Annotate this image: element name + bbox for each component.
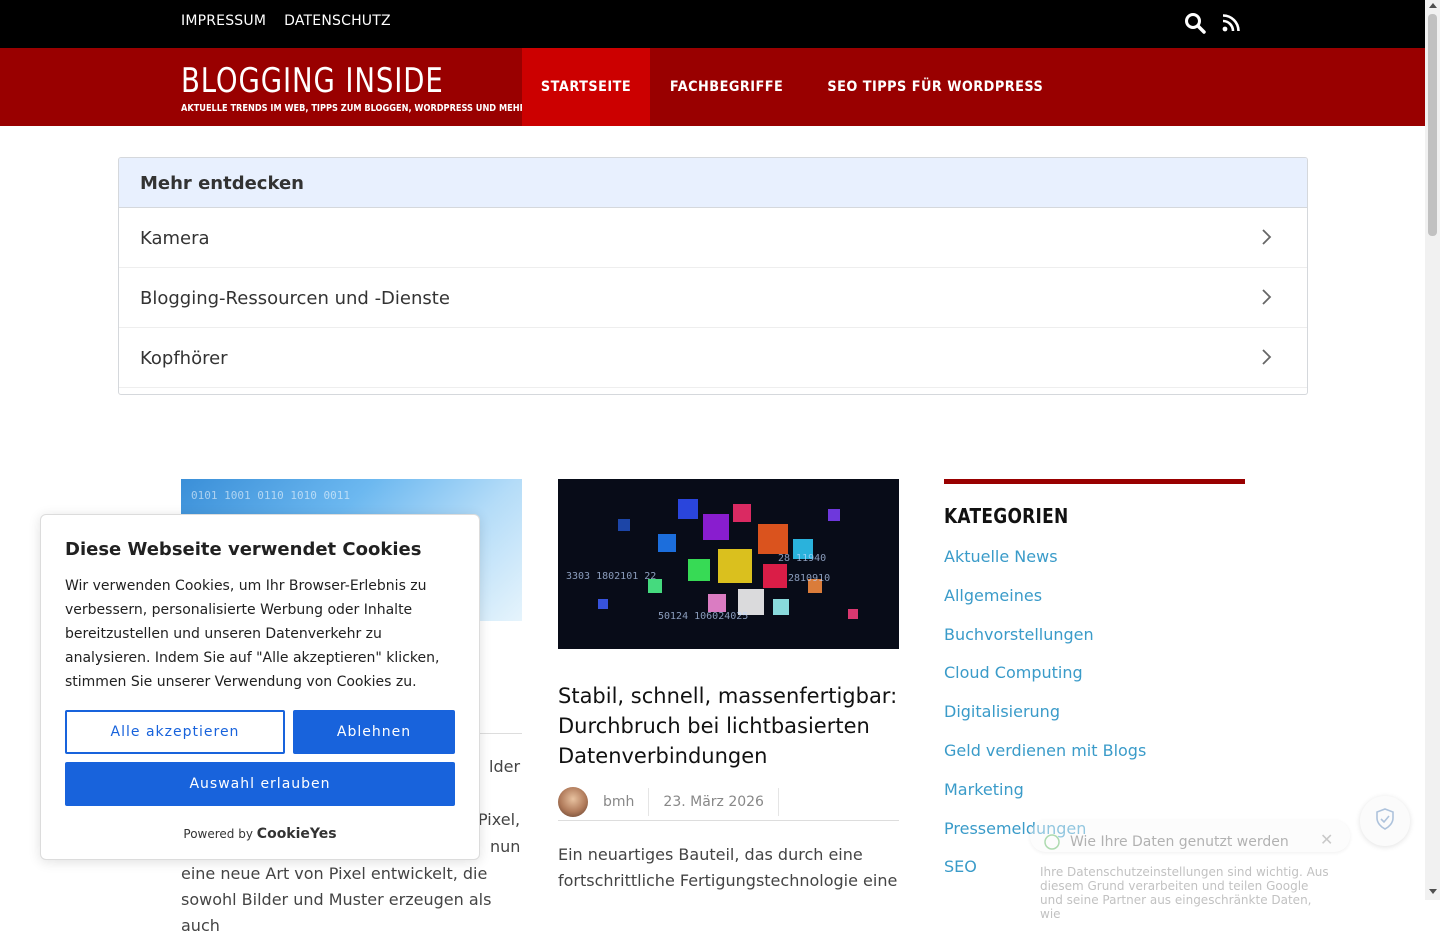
category-link[interactable]: Marketing xyxy=(944,777,1245,816)
cookieyes-logo[interactable]: CookieYes xyxy=(257,826,337,842)
scroll-up-arrow-icon[interactable] xyxy=(1429,3,1437,8)
svg-text:50124 106024025: 50124 106024025 xyxy=(658,611,748,622)
category-link[interactable]: Digitalisierung xyxy=(944,699,1245,738)
chevron-right-icon xyxy=(1261,228,1273,251)
site-header: BLOGGING INSIDE AKTUELLE TRENDS IM WEB, … xyxy=(0,48,1425,126)
category-link[interactable]: Geld verdienen mit Blogs xyxy=(944,738,1245,777)
discover-box: Mehr entdecken Kamera Blogging-Ressource… xyxy=(118,157,1308,395)
discover-item-kamera[interactable]: Kamera xyxy=(119,208,1307,268)
privacy-popup-heading: Wie Ihre Daten genutzt werden xyxy=(1070,834,1289,850)
search-icon[interactable] xyxy=(1184,12,1206,38)
page-scrollbar[interactable] xyxy=(1425,0,1440,900)
post-date[interactable]: 23. März 2026 xyxy=(649,787,779,816)
reject-button[interactable]: Ablehnen xyxy=(293,710,455,754)
sidebar-title: KATEGORIEN xyxy=(944,504,1069,528)
scrollbar-thumb[interactable] xyxy=(1428,14,1437,236)
post-excerpt-fragment: lder xyxy=(489,757,521,776)
top-bar: IMPRESSUM DATENSCHUTZ xyxy=(0,0,1425,48)
svg-text:28 11940: 28 11940 xyxy=(778,553,826,564)
impressum-link[interactable]: IMPRESSUM xyxy=(181,13,266,29)
category-link[interactable]: Aktuelle News xyxy=(944,544,1245,583)
top-links: IMPRESSUM DATENSCHUTZ xyxy=(181,13,391,29)
cookie-banner: Diese Webseite verwendet Cookies Wir ver… xyxy=(40,514,480,860)
post-excerpt: Ein neuartiges Bauteil, das durch eine f… xyxy=(558,845,898,890)
accept-all-button[interactable]: Alle akzeptieren xyxy=(65,710,285,754)
shield-check-icon xyxy=(1374,807,1396,835)
nav-seo-tipps[interactable]: SEO TIPPS FÜR WORDPRESS xyxy=(803,48,1068,126)
rss-icon[interactable] xyxy=(1222,14,1240,36)
top-icons xyxy=(1184,12,1240,38)
discover-item-label: Kopfhörer xyxy=(140,348,228,369)
nav-label: FACHBEGRIFFE xyxy=(669,79,784,95)
site-title[interactable]: BLOGGING INSIDE xyxy=(181,62,560,100)
nav-fachbegriffe[interactable]: FACHBEGRIFFE xyxy=(650,48,803,126)
cookie-text: Wir verwenden Cookies, um Ihr Browser-Er… xyxy=(65,578,440,690)
chevron-right-icon xyxy=(1261,288,1273,311)
nav-label: SEO TIPPS FÜR WORDPRESS xyxy=(827,79,1044,95)
post-title[interactable]: Stabil, schnell, massenfertigbar: Durchb… xyxy=(558,681,899,771)
category-link[interactable]: Allgemeines xyxy=(944,583,1245,622)
discover-item-label: Kamera xyxy=(140,228,210,249)
post-excerpt-fragment: nun xyxy=(490,837,521,856)
sidebar-accent-bar xyxy=(944,479,1245,484)
allow-selection-button[interactable]: Auswahl erlauben xyxy=(65,762,455,806)
svg-text:0101 1001 0110 1010 0011: 0101 1001 0110 1010 0011 xyxy=(191,489,350,502)
cookie-title: Diese Webseite verwendet Cookies xyxy=(65,539,422,560)
cookie-powered-by: Powered by CookieYes xyxy=(65,826,455,842)
post-meta: bmh 23. März 2026 xyxy=(558,783,899,821)
chevron-right-icon xyxy=(1261,348,1273,371)
nav-label: STARTSEITE xyxy=(540,79,632,95)
privacy-shield-button[interactable] xyxy=(1360,796,1410,846)
shield-icon xyxy=(1044,834,1060,854)
discover-heading: Mehr entdecken xyxy=(119,158,1307,208)
avatar[interactable] xyxy=(558,786,588,817)
privacy-popup-body: Ihre Datenschutzeinstellungen sind wicht… xyxy=(1040,865,1329,921)
post-excerpt-line: sowohl Bilder und Muster erzeugen als au… xyxy=(181,890,492,935)
main-nav: STARTSEITE FACHBEGRIFFE SEO TIPPS FÜR WO… xyxy=(522,48,1068,126)
svg-text:3303 1802101 22: 3303 1802101 22 xyxy=(566,571,656,582)
category-link[interactable]: Cloud Computing xyxy=(944,660,1245,699)
discover-item-blogging[interactable]: Blogging-Ressourcen und -Dienste xyxy=(119,268,1307,328)
cookie-buttons: Alle akzeptieren Ablehnen xyxy=(65,710,455,754)
post-author[interactable]: bmh xyxy=(603,787,650,816)
nav-startseite[interactable]: STARTSEITE xyxy=(522,48,651,126)
svg-text:2810910: 2810910 xyxy=(788,573,830,584)
close-icon[interactable]: ✕ xyxy=(1320,830,1333,849)
discover-item-kopfhoerer[interactable]: Kopfhörer xyxy=(119,328,1307,388)
category-link[interactable]: Buchvorstellungen xyxy=(944,622,1245,661)
datenschutz-link[interactable]: DATENSCHUTZ xyxy=(284,13,391,29)
discover-item-label: Blogging-Ressourcen und -Dienste xyxy=(140,288,450,309)
privacy-popup: Wie Ihre Daten genutzt werden ✕ Ihre Dat… xyxy=(1030,820,1360,921)
site-tagline: AKTUELLE TRENDS IM WEB, TIPPS ZUM BLOGGE… xyxy=(181,103,526,114)
scroll-down-arrow-icon[interactable] xyxy=(1429,889,1437,894)
post-excerpt-line: eine neue Art von Pixel entwickelt, die xyxy=(181,864,488,883)
post-excerpt-fragment: Pixel, xyxy=(478,810,521,829)
post-image-data-lights[interactable]: 3303 1802101 22 28 11940 2810910 50124 1… xyxy=(558,479,899,649)
powered-by-label: Powered by xyxy=(183,827,253,841)
